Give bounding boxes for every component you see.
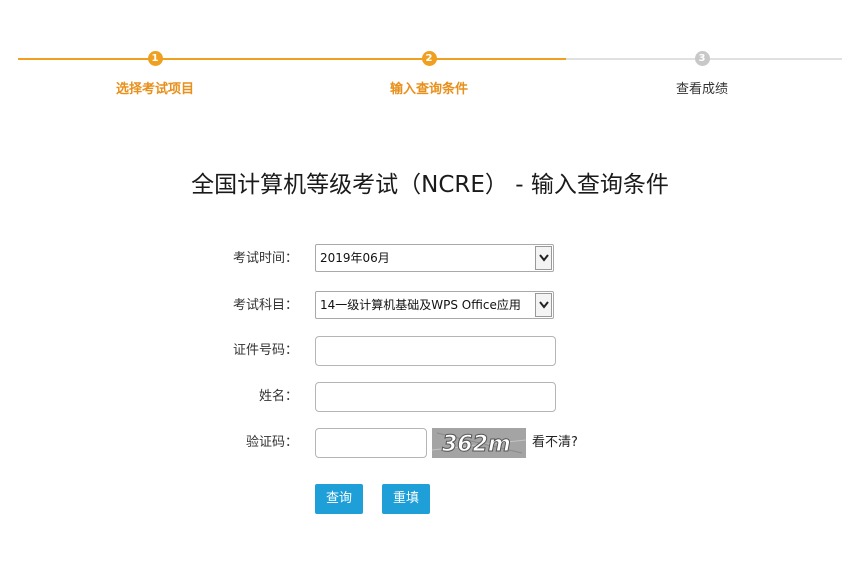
exam-subject-select[interactable]: 14一级计算机基础及WPS Office应用 (315, 291, 554, 319)
step-number-badge: 1 (147, 51, 163, 66)
captcha-label: 验证码： (245, 435, 298, 450)
name-label: 姓名： (258, 389, 298, 404)
query-button[interactable]: 查询 (315, 484, 363, 514)
step-enter-conditions: 2 输入查询条件 (339, 51, 519, 97)
captcha-input[interactable] (315, 428, 427, 458)
exam-time-label: 考试时间： (232, 251, 298, 266)
progress-steps: 1 选择考试项目 2 输入查询条件 3 查看成绩 (0, 0, 860, 110)
chevron-down-icon[interactable] (535, 246, 552, 270)
id-number-row: 证件号码： (0, 336, 860, 366)
step-label: 选择考试项目 (115, 82, 194, 97)
step-label: 查看成绩 (675, 82, 728, 97)
reset-button[interactable]: 重填 (382, 484, 430, 514)
exam-time-value: 2019年06月 (320, 251, 390, 265)
exam-subject-value: 14一级计算机基础及WPS Office应用 (320, 298, 521, 312)
id-number-input[interactable] (315, 336, 556, 366)
captcha-image[interactable]: 362m (432, 428, 526, 458)
captcha-row: 验证码： 362m 看不清? (0, 428, 860, 458)
exam-subject-label: 考试科目： (232, 298, 298, 313)
exam-time-select[interactable]: 2019年06月 (315, 244, 554, 272)
step-view-results: 3 查看成绩 (612, 51, 792, 97)
step-select-exam: 1 选择考试项目 (65, 51, 245, 97)
exam-time-row: 考试时间： 2019年06月 (0, 244, 860, 274)
exam-subject-row: 考试科目： 14一级计算机基础及WPS Office应用 (0, 291, 860, 321)
step-label: 输入查询条件 (389, 82, 468, 97)
refresh-captcha-link[interactable]: 看不清? (532, 428, 578, 458)
step-number-badge: 2 (421, 51, 437, 66)
step-number-badge: 3 (694, 51, 710, 66)
page-title: 全国计算机等级考试（NCRE） - 输入查询条件 (191, 172, 669, 198)
name-row: 姓名： (0, 382, 860, 412)
captcha-text: 362m (442, 432, 511, 457)
id-number-label: 证件号码： (232, 343, 298, 358)
name-input[interactable] (315, 382, 556, 412)
chevron-down-icon[interactable] (535, 293, 552, 317)
